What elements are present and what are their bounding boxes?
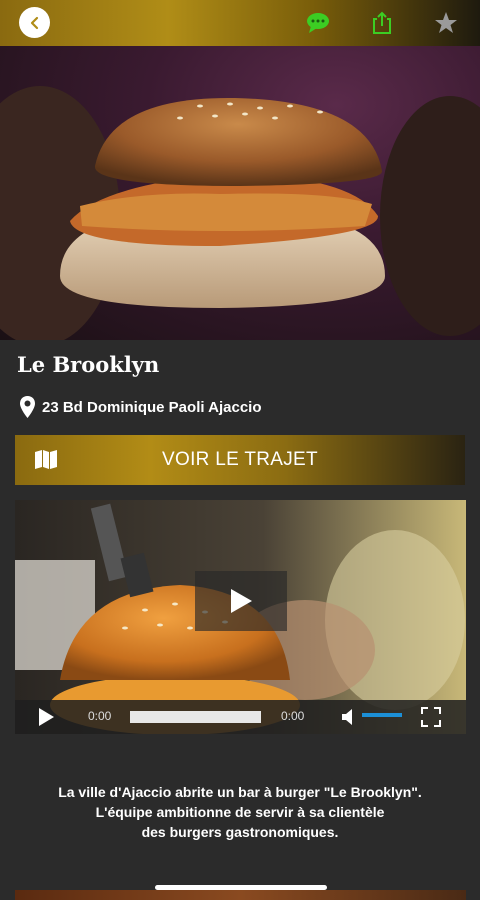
description: La ville d'Ajaccio abrite un bar à burge… (20, 782, 460, 842)
play-icon[interactable] (37, 707, 55, 727)
video-controls: 0:00 0:00 (15, 700, 466, 734)
fullscreen-icon[interactable] (421, 707, 441, 727)
share-icon[interactable] (369, 10, 395, 36)
map-icon (35, 450, 57, 469)
description-line: L'équipe ambitionne de servir à sa clien… (95, 804, 385, 820)
top-bar (0, 0, 480, 46)
next-image-strip (15, 890, 466, 900)
location-pin-icon (20, 396, 35, 418)
duration: 0:00 (281, 709, 305, 723)
route-button-label: VOIR LE TRAJET (162, 449, 318, 470)
restaurant-name: Le Brooklyn (17, 352, 160, 377)
address-text: 23 Bd Dominique Paoli Ajaccio (42, 398, 262, 416)
volume-slider[interactable] (362, 713, 402, 717)
home-indicator[interactable] (155, 885, 327, 890)
route-button[interactable]: VOIR LE TRAJET (15, 435, 465, 485)
back-button[interactable] (19, 7, 50, 38)
chevron-left-icon (30, 16, 38, 29)
play-overlay-button[interactable] (195, 571, 287, 631)
current-time: 0:00 (88, 709, 112, 723)
volume-icon[interactable] (341, 708, 357, 726)
hero-burger-image (0, 46, 480, 340)
description-line: des burgers gastronomiques. (141, 824, 339, 840)
description-line: La ville d'Ajaccio abrite un bar à burge… (58, 784, 422, 800)
chat-bubble-icon[interactable] (305, 10, 331, 36)
video-player[interactable]: 0:00 0:00 (15, 500, 466, 734)
progress-bar[interactable] (130, 711, 261, 723)
address-row: 23 Bd Dominique Paoli Ajaccio (19, 394, 262, 420)
star-icon[interactable] (433, 10, 459, 36)
play-icon (231, 589, 252, 613)
